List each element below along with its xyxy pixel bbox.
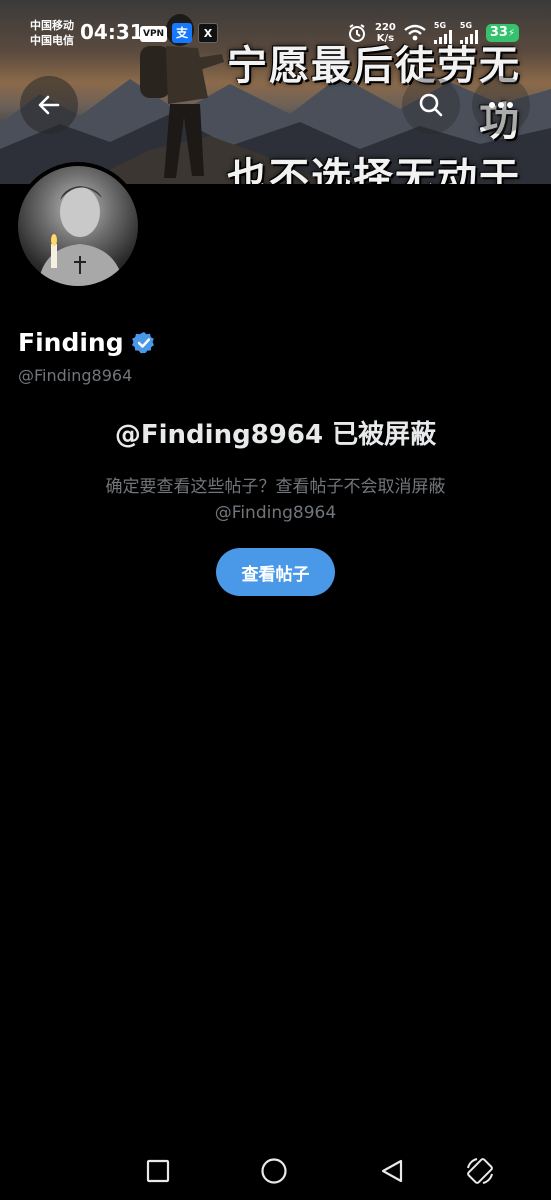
status-icons: 220 K/s 5G 5G 33⚡ <box>347 22 519 44</box>
back-icon <box>381 1159 403 1183</box>
system-nav-bar <box>0 1140 551 1200</box>
rotate-button[interactable] <box>465 1156 495 1186</box>
more-button[interactable] <box>472 76 530 134</box>
battery-icon: 33⚡ <box>485 24 519 42</box>
avatar-image <box>18 166 138 286</box>
carrier-1: 中国移动 <box>30 19 74 32</box>
signal-1-label: 5G <box>433 21 447 30</box>
blocked-title: @Finding8964 已被屏蔽 <box>114 420 437 450</box>
user-handle: @Finding8964 <box>18 366 133 385</box>
signal-2: 5G <box>459 21 478 44</box>
x-app-icon: X <box>198 23 218 43</box>
portrait-icon <box>38 186 124 286</box>
alarm-icon <box>349 24 365 42</box>
status-bar: 中国移动 中国电信 04:31 VPN 支 X 220 K/s 5G 5G 33… <box>0 0 551 64</box>
blocked-description: 确定要查看这些帖子？查看帖子不会取消屏蔽 @Finding8964 <box>60 474 491 526</box>
network-speed-unit: K/s <box>376 33 395 44</box>
vpn-badge: VPN <box>140 26 168 42</box>
carrier-info: 中国移动 中国电信 <box>30 18 74 48</box>
back-button[interactable] <box>20 76 78 134</box>
display-name-text: Finding <box>18 328 124 357</box>
signal-icon <box>459 30 478 44</box>
blocked-description-line-1: 确定要查看这些帖子？查看帖子不会取消屏蔽 <box>105 477 446 497</box>
charging-icon: ⚡ <box>507 28 515 39</box>
battery-level: 33 <box>489 25 508 40</box>
clock: 04:31 <box>80 20 144 44</box>
search-button[interactable] <box>402 76 460 134</box>
avatar[interactable] <box>14 162 142 290</box>
network-speed-value: 220 <box>375 22 396 33</box>
view-posts-button[interactable]: 查看帖子 <box>216 548 335 596</box>
recents-button[interactable] <box>143 1156 173 1186</box>
verified-badge-icon <box>131 331 154 353</box>
signal-2-label: 5G <box>459 21 473 30</box>
system-back-button[interactable] <box>377 1156 407 1186</box>
network-speed: 220 K/s <box>375 22 396 44</box>
recents-icon <box>146 1159 170 1183</box>
more-icon <box>489 102 513 108</box>
wifi-icon <box>404 24 426 41</box>
signal-icon <box>433 30 452 44</box>
blocked-description-line-2: @Finding8964 <box>214 503 337 523</box>
alipay-icon: 支 <box>172 23 192 43</box>
search-icon <box>419 93 443 117</box>
rotate-icon <box>467 1158 493 1184</box>
carrier-2: 中国电信 <box>30 34 74 47</box>
home-button[interactable] <box>259 1156 289 1186</box>
display-name: Finding <box>18 328 156 357</box>
signal-1: 5G <box>433 21 452 44</box>
home-icon <box>261 1158 287 1184</box>
banner-line-2: 也不选择无动于衷 <box>227 154 521 184</box>
arrow-left-icon <box>38 95 60 115</box>
